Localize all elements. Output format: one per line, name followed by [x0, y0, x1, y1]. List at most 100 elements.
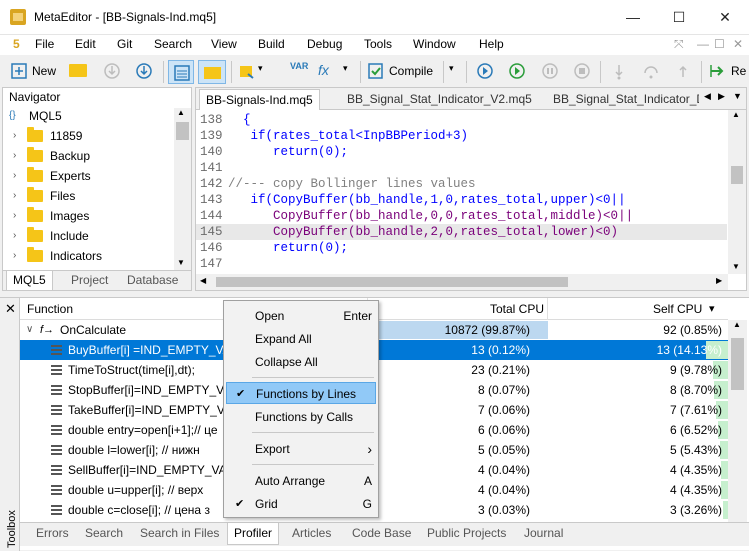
- navigator-item-11859[interactable]: › 11859: [3, 126, 175, 146]
- step-over-icon[interactable]: [642, 62, 660, 80]
- stop-icon[interactable]: [573, 62, 591, 80]
- editor-horizontal-scrollbar[interactable]: ◀ ▶: [196, 274, 728, 290]
- menu-build[interactable]: Build: [258, 37, 285, 51]
- tab-profiler[interactable]: Profiler: [227, 523, 280, 545]
- code-line[interactable]: 138 {: [196, 112, 727, 128]
- chevron-right-icon[interactable]: ›: [13, 186, 16, 206]
- chevron-down-icon[interactable]: ▾: [343, 63, 348, 74]
- tab-database[interactable]: Database: [121, 271, 184, 291]
- chevron-right-icon[interactable]: ›: [13, 246, 16, 266]
- chevron-down-icon[interactable]: ▾: [449, 63, 454, 74]
- menu-item-expand-all[interactable]: Expand All: [226, 328, 376, 350]
- menu-item-export[interactable]: Export ›: [226, 438, 376, 460]
- pause-icon[interactable]: [541, 62, 559, 80]
- var-button[interactable]: VAR: [290, 61, 308, 71]
- menu-tools[interactable]: Tools: [364, 37, 392, 51]
- run-tester-icon[interactable]: [709, 62, 727, 80]
- code-line-current[interactable]: 145 CopyBuffer(bb_handle,2,0,rates_total…: [196, 224, 727, 240]
- code-line[interactable]: 141: [196, 160, 727, 176]
- column-total-cpu[interactable]: Total CPU: [490, 302, 544, 316]
- menu-file[interactable]: File: [35, 37, 54, 51]
- maximize-button[interactable]: ☐: [656, 0, 702, 35]
- chevron-down-icon[interactable]: ▼: [733, 91, 742, 101]
- tab-search-in-files[interactable]: Search in Files: [134, 523, 225, 545]
- app-menu-icon[interactable]: 5: [13, 37, 20, 51]
- new-button[interactable]: New: [32, 64, 56, 78]
- menu-item-functions-by-lines[interactable]: ✔ Functions by Lines: [226, 382, 376, 404]
- menu-help[interactable]: Help: [479, 37, 504, 51]
- step-out-icon[interactable]: [674, 62, 692, 80]
- tab-bb-signal-stat-d[interactable]: BB_Signal_Stat_Indicator_D: [547, 89, 699, 110]
- chevron-right-icon[interactable]: ›: [13, 226, 16, 246]
- navigator-item-experts[interactable]: › Experts: [3, 166, 175, 186]
- tab-errors[interactable]: Errors: [30, 523, 75, 545]
- chevron-down-icon[interactable]: ∨: [26, 320, 33, 340]
- scroll-thumb[interactable]: [731, 166, 743, 184]
- chevron-down-icon[interactable]: ▼: [732, 262, 740, 271]
- chevron-right-icon[interactable]: ›: [13, 126, 16, 146]
- menu-item-open[interactable]: Open Enter: [226, 305, 376, 327]
- fx-button[interactable]: fx: [318, 62, 329, 78]
- styler-icon[interactable]: [238, 62, 256, 80]
- chevron-up-icon[interactable]: ▲: [732, 110, 740, 119]
- menu-item-functions-by-calls[interactable]: Functions by Calls: [226, 406, 376, 428]
- menu-edit[interactable]: Edit: [75, 37, 96, 51]
- open-folder-icon[interactable]: [69, 64, 87, 77]
- column-self-cpu[interactable]: Self CPU: [653, 302, 702, 316]
- menu-item-collapse-all[interactable]: Collapse All: [226, 351, 376, 373]
- navigator-item-backup[interactable]: › Backup: [3, 146, 175, 166]
- column-function[interactable]: Function: [27, 302, 73, 316]
- navigator-item-include[interactable]: › Include: [3, 226, 175, 246]
- code-line[interactable]: 140 return(0);: [196, 144, 727, 160]
- chevron-right-icon[interactable]: ›: [13, 146, 16, 166]
- code-line[interactable]: 144 CopyBuffer(bb_handle,0,0,rates_total…: [196, 208, 727, 224]
- minimize-button[interactable]: —: [610, 0, 656, 35]
- scroll-thumb[interactable]: [731, 338, 744, 390]
- tab-bb-signal-stat-v2[interactable]: BB_Signal_Stat_Indicator_V2.mq5: [341, 89, 538, 110]
- tab-public-projects[interactable]: Public Projects: [421, 523, 512, 545]
- save-icon[interactable]: [135, 62, 153, 80]
- run-button-label[interactable]: Re: [731, 64, 746, 78]
- close-button[interactable]: ✕: [702, 0, 748, 35]
- editor-vertical-scrollbar[interactable]: ▲ ▼: [728, 110, 746, 274]
- navigator-item-indicators[interactable]: › Indicators: [3, 246, 175, 266]
- chevron-right-icon[interactable]: ›: [13, 206, 16, 226]
- tab-bb-signals-ind[interactable]: BB-Signals-Ind.mq5: [199, 89, 320, 110]
- compile-button[interactable]: Compile: [389, 64, 433, 78]
- profiler-scrollbar[interactable]: ▲: [728, 320, 747, 525]
- tab-mql5[interactable]: MQL5: [6, 271, 53, 291]
- chevron-right-icon[interactable]: ▶: [716, 276, 722, 285]
- menu-window[interactable]: Window: [413, 37, 456, 51]
- chevron-right-icon[interactable]: ▶: [718, 91, 725, 102]
- debug-history-icon[interactable]: [476, 62, 494, 80]
- menu-item-grid[interactable]: ✔ Grid G: [226, 493, 376, 515]
- scroll-thumb[interactable]: [216, 277, 568, 287]
- code-line[interactable]: 139 if(rates_total<InpBBPeriod+3): [196, 128, 727, 144]
- navigator-item-images[interactable]: › Images: [3, 206, 175, 226]
- chevron-right-icon[interactable]: ›: [13, 166, 16, 186]
- download-icon[interactable]: [103, 62, 121, 80]
- menu-search[interactable]: Search: [154, 37, 192, 51]
- chevron-down-icon[interactable]: ▾: [258, 63, 263, 74]
- step-into-icon[interactable]: [610, 62, 628, 80]
- close-icon[interactable]: ✕: [5, 301, 16, 317]
- menu-view[interactable]: View: [211, 37, 237, 51]
- chevron-left-icon[interactable]: ◀: [200, 276, 206, 285]
- navigator-scrollbar[interactable]: ▲ ▼: [174, 108, 191, 270]
- toolbox-toggle-button[interactable]: [198, 60, 226, 84]
- chevron-up-icon[interactable]: ▲: [733, 320, 741, 329]
- menu-debug[interactable]: Debug: [307, 37, 342, 51]
- code-line[interactable]: 146 return(0);: [196, 240, 727, 256]
- mdi-close-button[interactable]: ✕: [733, 37, 743, 51]
- navigator-item-files[interactable]: › Files: [3, 186, 175, 206]
- chevron-up-icon[interactable]: ▲: [177, 108, 185, 117]
- navigator-toggle-button[interactable]: [168, 60, 194, 84]
- restore-icon[interactable]: ⤧: [674, 37, 684, 52]
- tab-code-base[interactable]: Code Base: [346, 523, 417, 545]
- mdi-maximize-button[interactable]: ☐: [714, 37, 725, 51]
- tab-journal[interactable]: Journal: [518, 523, 569, 545]
- code-line[interactable]: 147: [196, 256, 727, 272]
- mdi-minimize-button[interactable]: —: [697, 37, 709, 51]
- tab-articles[interactable]: Articles: [286, 523, 337, 545]
- scroll-thumb[interactable]: [176, 122, 189, 140]
